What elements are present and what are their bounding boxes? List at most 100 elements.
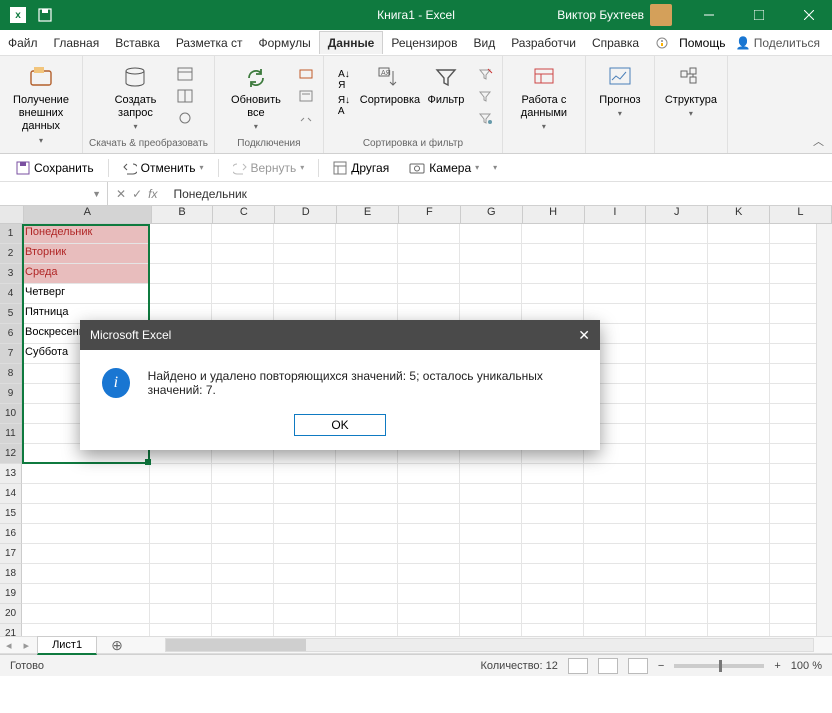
col-header-h[interactable]: H bbox=[523, 206, 585, 223]
col-header-j[interactable]: J bbox=[646, 206, 708, 223]
cell[interactable] bbox=[212, 584, 274, 604]
outline-button[interactable]: Структура ▾ bbox=[661, 60, 721, 123]
cell[interactable] bbox=[212, 504, 274, 524]
view-page-layout-button[interactable] bbox=[598, 658, 618, 674]
cell[interactable] bbox=[584, 224, 646, 244]
cell[interactable]: Вторник bbox=[22, 244, 150, 264]
cell[interactable] bbox=[646, 544, 708, 564]
cell[interactable] bbox=[522, 504, 584, 524]
col-header-b[interactable]: B bbox=[152, 206, 214, 223]
cell[interactable] bbox=[708, 504, 770, 524]
cell[interactable] bbox=[646, 524, 708, 544]
cell[interactable] bbox=[708, 464, 770, 484]
cell[interactable] bbox=[22, 544, 150, 564]
cell[interactable] bbox=[646, 444, 708, 464]
from-table-button[interactable] bbox=[174, 86, 196, 106]
cell[interactable] bbox=[150, 524, 212, 544]
properties-button[interactable] bbox=[295, 86, 317, 106]
view-page-break-button[interactable] bbox=[628, 658, 648, 674]
row-header[interactable]: 7 bbox=[0, 344, 22, 364]
cell[interactable] bbox=[708, 304, 770, 324]
cell[interactable] bbox=[22, 624, 150, 636]
cell[interactable] bbox=[522, 544, 584, 564]
cell[interactable] bbox=[212, 464, 274, 484]
cell[interactable] bbox=[708, 424, 770, 444]
cell[interactable] bbox=[398, 524, 460, 544]
cell[interactable] bbox=[398, 244, 460, 264]
cell[interactable] bbox=[646, 624, 708, 636]
row-header[interactable]: 14 bbox=[0, 484, 22, 504]
select-all-corner[interactable] bbox=[0, 206, 24, 223]
cell[interactable] bbox=[460, 584, 522, 604]
cell[interactable] bbox=[274, 564, 336, 584]
cell[interactable] bbox=[398, 264, 460, 284]
connections-button[interactable] bbox=[295, 64, 317, 84]
cell[interactable] bbox=[522, 584, 584, 604]
cell[interactable] bbox=[150, 264, 212, 284]
cell[interactable] bbox=[336, 484, 398, 504]
col-header-k[interactable]: K bbox=[708, 206, 770, 223]
row-header[interactable]: 11 bbox=[0, 424, 22, 444]
sheet-nav-next[interactable]: ▸ bbox=[18, 639, 36, 652]
cell[interactable] bbox=[460, 564, 522, 584]
row-header[interactable]: 4 bbox=[0, 284, 22, 304]
cell[interactable] bbox=[336, 584, 398, 604]
cell[interactable] bbox=[212, 604, 274, 624]
cell[interactable] bbox=[150, 464, 212, 484]
cell[interactable] bbox=[22, 564, 150, 584]
maximize-button[interactable] bbox=[736, 0, 782, 30]
share-button[interactable]: 👤 Поделиться bbox=[735, 36, 820, 50]
row-header[interactable]: 6 bbox=[0, 324, 22, 344]
row-header[interactable]: 2 bbox=[0, 244, 22, 264]
cell[interactable] bbox=[274, 284, 336, 304]
row-header[interactable]: 16 bbox=[0, 524, 22, 544]
undo-button[interactable]: Отменить ▾ bbox=[117, 159, 210, 177]
cell[interactable] bbox=[584, 504, 646, 524]
cell[interactable] bbox=[522, 264, 584, 284]
cell[interactable] bbox=[646, 584, 708, 604]
cell[interactable] bbox=[22, 504, 150, 524]
tell-me-label[interactable]: Помощь bbox=[679, 36, 725, 50]
sheet-nav-prev[interactable]: ◂ bbox=[0, 639, 18, 652]
cell[interactable] bbox=[708, 444, 770, 464]
cell[interactable] bbox=[708, 564, 770, 584]
zoom-out-button[interactable]: − bbox=[658, 660, 664, 672]
redo-button[interactable]: Вернуть ▾ bbox=[227, 159, 311, 177]
cell[interactable] bbox=[274, 224, 336, 244]
cell[interactable] bbox=[646, 264, 708, 284]
row-header[interactable]: 13 bbox=[0, 464, 22, 484]
cell[interactable] bbox=[212, 484, 274, 504]
row-header[interactable]: 15 bbox=[0, 504, 22, 524]
col-header-g[interactable]: G bbox=[461, 206, 523, 223]
cell[interactable] bbox=[274, 524, 336, 544]
cell[interactable] bbox=[460, 264, 522, 284]
cell[interactable] bbox=[398, 284, 460, 304]
zoom-level[interactable]: 100 % bbox=[791, 660, 822, 672]
cell[interactable] bbox=[646, 564, 708, 584]
clear-filter-button[interactable] bbox=[474, 64, 496, 84]
cell[interactable] bbox=[398, 224, 460, 244]
other-button[interactable]: Другая bbox=[327, 159, 395, 177]
filter-button[interactable]: Фильтр bbox=[422, 60, 470, 111]
cell[interactable] bbox=[522, 484, 584, 504]
cell[interactable] bbox=[646, 364, 708, 384]
cell[interactable] bbox=[398, 624, 460, 636]
tab-file[interactable]: Файл bbox=[0, 32, 46, 54]
cell[interactable] bbox=[336, 544, 398, 564]
cell[interactable] bbox=[460, 624, 522, 636]
cell[interactable]: Понедельник bbox=[22, 224, 150, 244]
cell[interactable] bbox=[212, 244, 274, 264]
cell[interactable] bbox=[150, 484, 212, 504]
forecast-button[interactable]: Прогноз ▾ bbox=[592, 60, 648, 123]
tab-view[interactable]: Вид bbox=[465, 32, 503, 54]
cell[interactable] bbox=[212, 624, 274, 636]
cell[interactable] bbox=[646, 344, 708, 364]
fx-icon[interactable]: fx bbox=[148, 187, 157, 201]
row-header[interactable]: 10 bbox=[0, 404, 22, 424]
cell[interactable] bbox=[584, 484, 646, 504]
cell[interactable] bbox=[584, 244, 646, 264]
cell[interactable] bbox=[274, 244, 336, 264]
cell[interactable] bbox=[522, 604, 584, 624]
cell[interactable] bbox=[646, 484, 708, 504]
cell[interactable] bbox=[336, 264, 398, 284]
